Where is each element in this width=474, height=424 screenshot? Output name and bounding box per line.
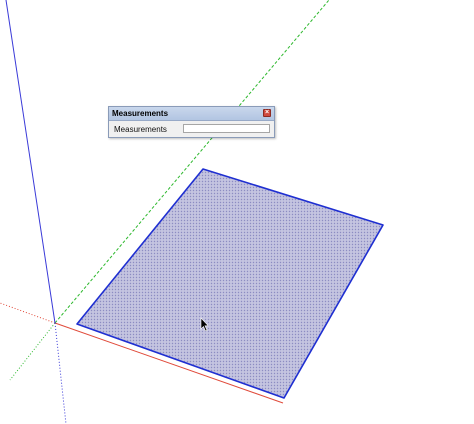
measurements-window[interactable]: Measurements × Measurements <box>108 106 275 138</box>
blue-axis-positive <box>5 0 56 324</box>
modeling-viewport[interactable] <box>0 0 474 424</box>
measurements-window-body: Measurements <box>109 121 274 138</box>
measurements-input[interactable] <box>183 124 270 133</box>
close-icon: × <box>264 109 270 116</box>
blue-axis-negative <box>54 322 67 424</box>
red-axis-negative <box>0 302 56 324</box>
close-button[interactable]: × <box>263 109 271 117</box>
measurements-window-titlebar[interactable]: Measurements × <box>109 107 274 121</box>
green-axis-negative <box>9 322 56 381</box>
window-title: Measurements <box>112 109 169 118</box>
rectangle-face[interactable] <box>76 168 384 399</box>
measurements-label: Measurements <box>114 125 167 134</box>
